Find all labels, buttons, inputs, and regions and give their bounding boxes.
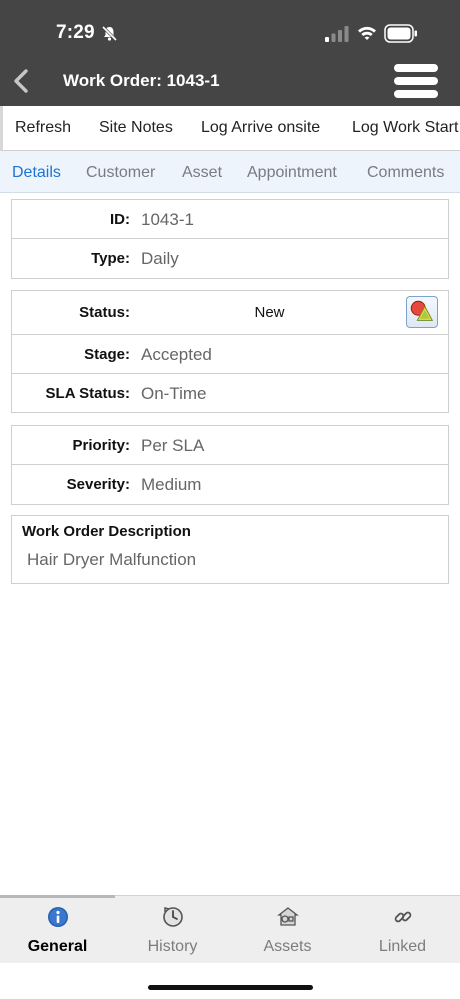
active-tab-indicator [0,895,115,898]
status-value: New [254,304,285,321]
description-card: Work Order Description Hair Dryer Malfun… [11,515,449,584]
tab-details[interactable]: Details [12,164,61,182]
tab-customer[interactable]: Customer [86,164,155,182]
tab-comments[interactable]: Comments [367,164,444,182]
log-work-start-action[interactable]: Log Work Start [352,119,458,137]
id-row: ID: 1043-1 [12,200,448,239]
log-arrive-onsite-action[interactable]: Log Arrive onsite [201,119,320,137]
refresh-action[interactable]: Refresh [15,119,71,137]
severity-row: Severity: Medium [12,465,448,504]
bottom-tab-history-label: History [147,938,198,955]
priority-value: Per SLA [141,436,205,455]
bottom-tab-general[interactable]: General [0,895,115,964]
tab-asset[interactable]: Asset [182,164,222,182]
severity-label: Severity: [66,476,130,493]
sla-status-label: SLA Status: [45,385,130,402]
change-status-button[interactable] [406,296,438,328]
bottom-tab-assets-label: Assets [263,938,312,955]
bottom-tab-linked-label: Linked [378,938,427,955]
bottom-tab-assets[interactable]: Assets [230,896,345,964]
status-time: 7:29 [56,22,95,43]
battery-icon [384,24,417,43]
bottom-tab-general-label: General [27,938,88,955]
type-row: Type: Daily [12,239,448,278]
shapes-icon [410,300,434,321]
stage-label: Stage: [84,346,130,363]
bottom-tab-bar: General History Assets Linked [0,895,460,963]
type-value: Daily [141,249,179,268]
action-bar: Refresh Site Notes Log Arrive onsite Log… [0,106,460,151]
info-icon [48,907,68,927]
stage-row: Stage: Accepted [12,335,448,374]
bottom-tab-history[interactable]: History [115,896,230,964]
sla-status-row: SLA Status: On-Time [12,374,448,413]
assets-icon [277,907,299,926]
id-label: ID: [110,211,130,228]
silent-bell-icon [101,25,118,42]
status-card: Status: New Stage: Accepted SLA Status: … [11,290,449,413]
hamburger-menu-icon[interactable] [394,64,438,102]
description-title: Work Order Description [22,523,191,540]
priority-card: Priority: Per SLA Severity: Medium [11,425,449,505]
sla-status-value: On-Time [141,384,207,403]
top-bar: 7:29 Work Order: 1043-1 [0,0,460,106]
id-value: 1043-1 [141,210,194,229]
cellular-signal-icon [325,26,349,42]
back-chevron-icon[interactable] [10,66,32,96]
site-notes-action[interactable]: Site Notes [99,119,173,137]
priority-label: Priority: [72,437,130,454]
page-title: Work Order: 1043-1 [63,71,220,90]
status-row: Status: New [12,291,448,335]
bottom-tab-linked[interactable]: Linked [345,896,460,964]
link-icon [394,911,412,923]
tab-appointment[interactable]: Appointment [247,164,337,182]
stage-value: Accepted [141,345,212,364]
home-indicator[interactable] [148,985,313,990]
wifi-icon [358,26,376,40]
description-text: Hair Dryer Malfunction [27,550,197,569]
type-label: Type: [91,250,130,267]
section-tabs: Details Customer Asset Appointment Comme… [0,151,460,193]
severity-value: Medium [141,475,202,494]
identity-card: ID: 1043-1 Type: Daily [11,199,449,279]
history-icon [163,907,183,927]
priority-row: Priority: Per SLA [12,426,448,465]
